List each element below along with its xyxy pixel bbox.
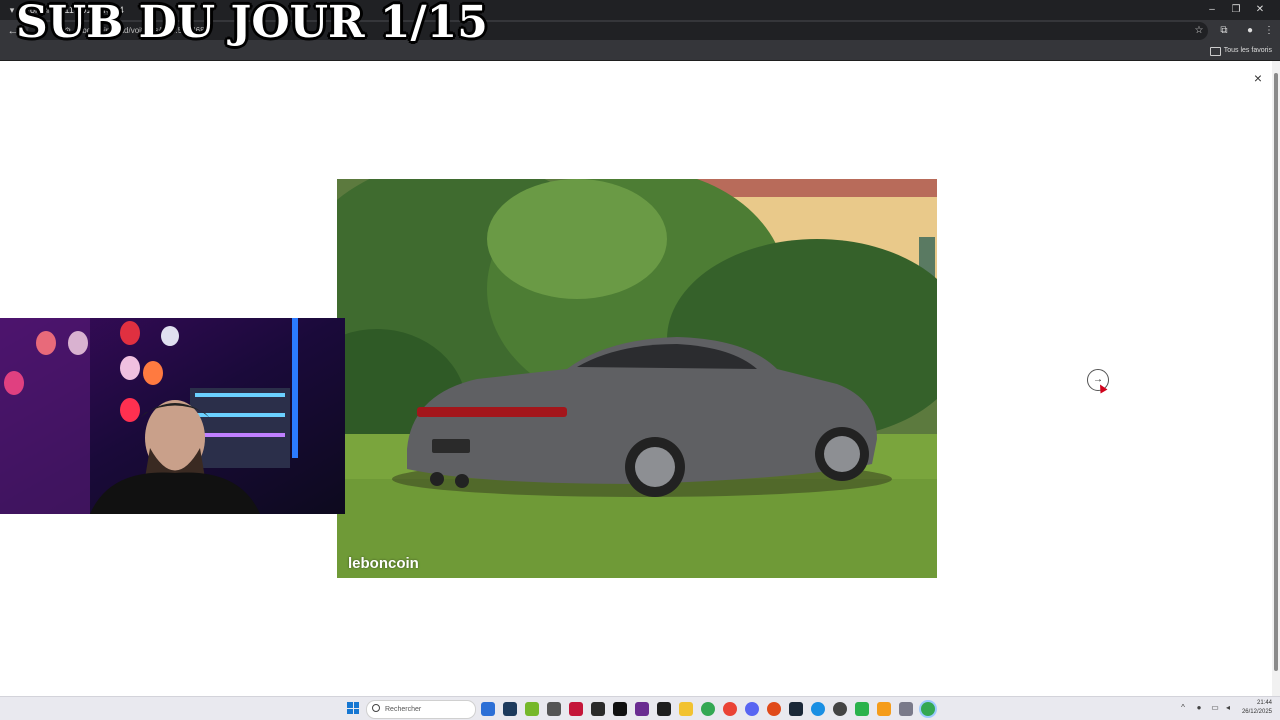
chrome-active-icon[interactable] <box>921 702 935 716</box>
app-icon-17[interactable] <box>833 702 847 716</box>
listing-photo[interactable]: leboncoin <box>337 179 937 578</box>
taskbar-clock[interactable]: 21:44 26/12/2025 <box>1242 699 1272 717</box>
app-icon-19[interactable] <box>877 702 891 716</box>
app-icon-2[interactable] <box>503 702 517 716</box>
close-window-icon[interactable]: ✕ <box>1248 2 1272 18</box>
search-icon <box>372 704 380 712</box>
streamer-webcam-image <box>0 318 345 514</box>
app-icon-20[interactable] <box>899 702 913 716</box>
network-icon[interactable]: ▭ <box>1209 702 1221 714</box>
app-icon-12[interactable] <box>723 702 737 716</box>
file-explorer-icon[interactable] <box>679 702 693 716</box>
app-icon-1[interactable] <box>481 702 495 716</box>
window-controls: – ❐ ✕ <box>1200 2 1272 18</box>
app-icon-18[interactable] <box>855 702 869 716</box>
close-viewer-icon[interactable]: × <box>1250 70 1266 86</box>
folder-icon <box>1209 46 1221 56</box>
discord-icon[interactable] <box>745 702 759 716</box>
all-bookmarks-button[interactable]: Tous les favoris <box>1209 44 1272 58</box>
volume-icon[interactable]: ◂ <box>1222 702 1234 714</box>
bookmark-star-icon[interactable]: ☆ <box>1191 23 1207 39</box>
restore-icon[interactable]: ❐ <box>1224 2 1248 18</box>
scroll-thumb[interactable] <box>1274 73 1278 671</box>
app-icon-4[interactable] <box>547 702 561 716</box>
leboncoin-watermark: leboncoin <box>348 555 419 572</box>
minimize-icon[interactable]: – <box>1200 2 1224 18</box>
all-bookmarks-label: Tous les favoris <box>1223 47 1272 54</box>
clock-date: 26/12/2025 <box>1241 709 1272 715</box>
windows-start-icon[interactable] <box>347 702 359 714</box>
scrollbar[interactable] <box>1272 61 1280 696</box>
microphone-icon[interactable]: ● <box>1193 702 1205 714</box>
clock-time: 21:44 <box>1256 700 1272 706</box>
extensions-icon[interactable]: ⧉ <box>1216 23 1232 39</box>
webcam-overlay <box>0 318 345 514</box>
app-icon-5[interactable] <box>569 702 583 716</box>
nvidia-icon[interactable] <box>525 702 539 716</box>
car-photo-image <box>337 179 937 578</box>
chrome-icon[interactable] <box>701 702 715 716</box>
app-icon-16[interactable] <box>811 702 825 716</box>
app-icon-6[interactable] <box>591 702 605 716</box>
app-icon-14[interactable] <box>767 702 781 716</box>
app-icon-9[interactable] <box>657 702 671 716</box>
app-icon-8[interactable] <box>635 702 649 716</box>
app-icon-7[interactable] <box>613 702 627 716</box>
steam-icon[interactable] <box>789 702 803 716</box>
windows-taskbar: Rechercher ^ ● ▭ ◂ 21:44 26/12/2025 <box>0 696 1280 720</box>
overlay-title: SUB DU JOUR 1/15 <box>16 0 488 48</box>
taskbar-search[interactable]: Rechercher <box>366 700 476 719</box>
profile-avatar-icon[interactable]: ● <box>1242 23 1258 39</box>
chevron-up-icon[interactable]: ^ <box>1177 702 1189 714</box>
search-placeholder: Rechercher <box>385 706 422 713</box>
menu-icon[interactable]: ⋮ <box>1261 23 1277 39</box>
